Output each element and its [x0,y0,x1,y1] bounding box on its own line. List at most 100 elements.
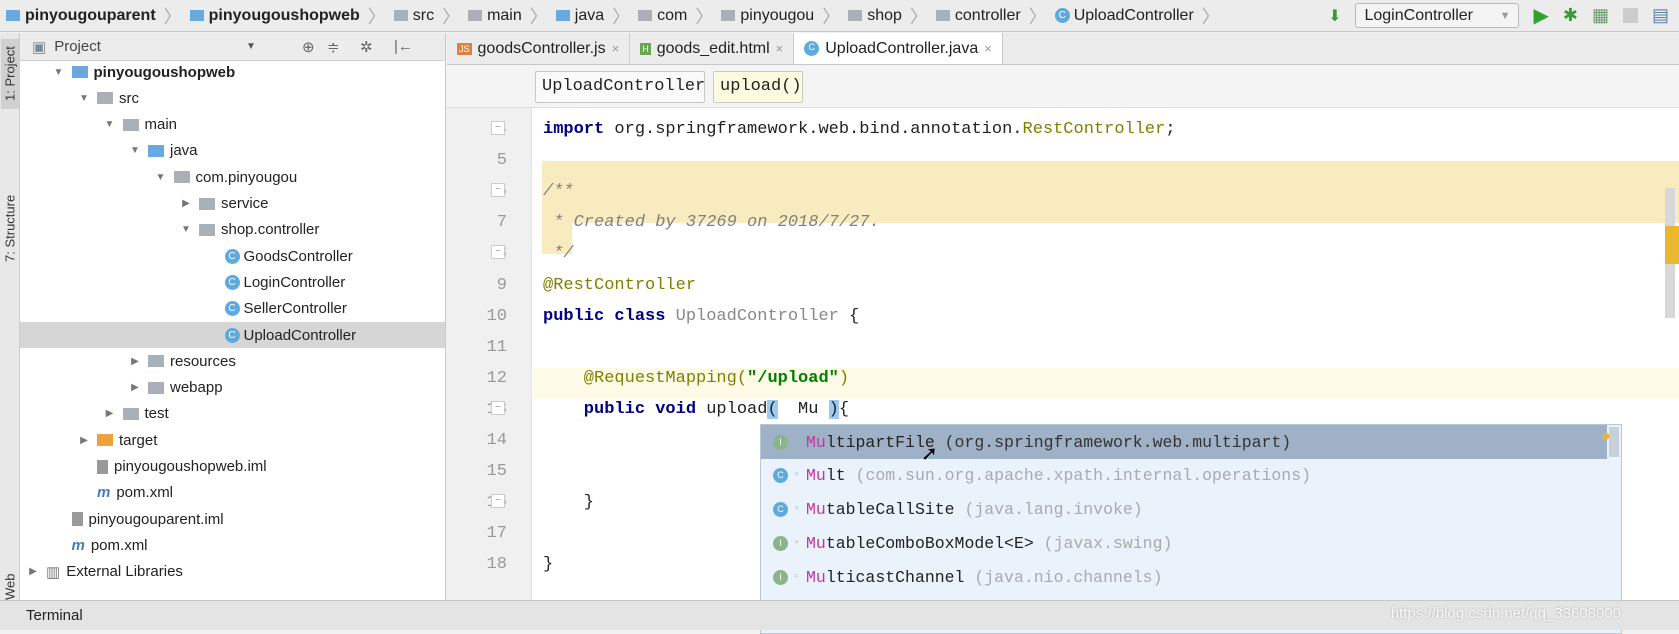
completion-match: Mu [806,500,826,520]
close-icon[interactable]: × [776,41,784,56]
collapse-icon[interactable]: ≑ [327,38,340,56]
breadcrumb-item[interactable]: C UploadController 〉 [1054,3,1220,29]
breadcrumb-item[interactable]: shop 〉 [848,3,928,29]
locate-icon[interactable]: ⊕ [302,38,315,56]
build-icon[interactable]: ⬇ [1328,6,1341,26]
fold-icon[interactable]: − [491,400,505,415]
project-icon: ▣ [32,38,47,56]
tree-item-label: test [144,405,169,423]
chevron-down-icon[interactable]: ▼ [52,67,66,78]
stop-icon[interactable] [1622,8,1638,23]
tree-item-label: webapp [170,379,223,397]
fold-icon[interactable]: − [491,183,505,198]
fold-icon[interactable]: − [491,245,505,260]
editor-breadcrumb: UploadController upload() [447,66,1679,108]
lightbulb-icon[interactable]: ● [1601,428,1611,446]
breadcrumb-item[interactable]: pinyougoushopweb 〉 [189,3,386,29]
chevron-right-icon[interactable]: ▶ [128,356,142,367]
left-tool-strip: 1: Project 7: Structure Web [0,33,20,600]
tree-item[interactable]: pinyougouparent.iml [20,506,445,532]
folder-icon [468,10,483,21]
tree-item[interactable]: ▼ com.pinyougou [20,164,445,190]
tab-label: goods_edit.html [656,39,770,57]
breadcrumb-item[interactable]: pinyougou 〉 [721,3,840,29]
editor-tab[interactable]: JS goodsController.js × [447,33,631,64]
chevron-down-icon[interactable]: ▼ [77,93,91,104]
breadcrumb-item[interactable]: src 〉 [393,3,460,29]
run-icon[interactable]: ▶ [1533,3,1548,28]
tree-item[interactable]: ▼ shop.controller [20,217,445,243]
editor-tab[interactable]: Hgoods_edit.html × [630,33,795,64]
completion-item[interactable]: C ▫ Mu lt (com.sun.org.apache.xpath.interna… [761,459,1607,493]
line-number: 5 [496,151,507,171]
breadcrumb-item[interactable]: main 〉 [468,3,548,29]
gear-icon[interactable]: ✲ [360,38,373,56]
tree-item[interactable]: ▼ main [20,112,445,138]
chevron-right-icon[interactable]: ▶ [77,435,91,446]
tree-item[interactable]: ▼ pinyougoushopweb [20,59,445,85]
close-icon[interactable]: × [984,41,992,56]
chevron-down-icon[interactable]: ▼ [246,41,256,52]
tree-item[interactable]: m pom.xml [20,532,445,558]
tree-item[interactable]: ▶ target [20,427,445,453]
class-icon: C [1054,8,1070,23]
tab-label: UploadController.java [825,39,979,57]
tree-item[interactable]: ▶ resources [20,348,445,374]
tree-item[interactable]: C LoginController [20,269,445,295]
web-tool-tab[interactable]: Web [1,573,19,600]
breadcrumb-label: controller [954,6,1021,24]
tree-item[interactable]: ▼ java [20,138,445,164]
breadcrumb-item[interactable]: java 〉 [555,3,631,29]
completion-item[interactable]: I ▫ Mu tableComboBoxModel<E> (javax.swing) [761,527,1607,561]
fold-icon[interactable]: − [491,121,505,135]
code-token: { [838,399,850,419]
run-config-select[interactable]: LoginController ▼ [1355,3,1520,28]
coverage-icon[interactable]: ▦ [1592,5,1609,26]
tree-item[interactable]: pinyougoushopweb.iml [20,454,445,480]
fold-icon[interactable]: − [491,494,505,509]
tree-item[interactable]: C SellerController [20,296,445,322]
chevron-right-icon[interactable]: ▶ [26,566,40,577]
code-line: } [543,549,553,580]
project-tool-tab[interactable]: 1: Project [1,39,19,109]
hide-icon[interactable]: |← [394,38,413,55]
tree-item[interactable]: ▶ webapp [20,375,445,401]
tree-item[interactable]: C GoodsController [20,243,445,269]
tree-item[interactable]: ▶ service [20,191,445,217]
breadcrumb-item[interactable]: com 〉 [638,3,713,29]
debug-icon[interactable]: ✱ [1563,5,1578,26]
chevron-down-icon[interactable]: ▼ [179,224,193,235]
completion-item[interactable]: C ▫ Mu tableCallSite (java.lang.invoke) [761,493,1607,527]
tree-item-label: com.pinyougou [195,168,298,186]
class-icon: C [804,41,820,56]
structure-tool-tab[interactable]: 7: Structure [1,183,19,273]
breadcrumb-method[interactable]: upload() [713,71,803,103]
project-structure-icon[interactable]: ▤ [1652,5,1669,26]
tree-item[interactable]: ▶ ▥ External Libraries [20,559,445,585]
chevron-right-icon[interactable]: ▶ [128,382,142,393]
editor-tab[interactable]: C UploadController.java × [794,33,1003,64]
completion-item[interactable]: I ▫ Mu lticastChannel (java.nio.channels) [761,561,1607,595]
chevron-down-icon[interactable]: ▼ [103,119,117,130]
folder-icon [148,381,164,394]
chevron-down-icon[interactable]: ▼ [154,172,168,183]
breadcrumb-class[interactable]: UploadController [535,71,705,103]
tree-item[interactable]: ▶ test [20,401,445,427]
completion-item[interactable]: I ▫ Mu ltipartFile (org.springframework.web… [761,425,1607,459]
chevron-right-icon[interactable]: ▶ [103,408,117,419]
tree-item[interactable]: m pom.xml [20,480,445,506]
error-stripe-mark [1665,226,1679,264]
code-token: ) [838,368,850,388]
chevron-right-icon[interactable]: ▶ [179,198,193,209]
chevron-right-icon: 〉 [612,6,631,27]
breadcrumb-item[interactable]: pinyougouparent 〉 [6,3,182,29]
tree-item[interactable]: ▼ src [20,85,445,111]
completion-package: (javax.swing) [1033,534,1173,554]
interface-icon: I [773,434,788,450]
project-view-select[interactable]: Project [54,38,101,55]
mouse-cursor-icon: ➚ [921,443,938,465]
tree-item[interactable]: C UploadController [20,322,445,348]
close-icon[interactable]: × [612,41,620,56]
breadcrumb-item[interactable]: controller 〉 [935,3,1047,29]
chevron-down-icon[interactable]: ▼ [128,145,142,156]
